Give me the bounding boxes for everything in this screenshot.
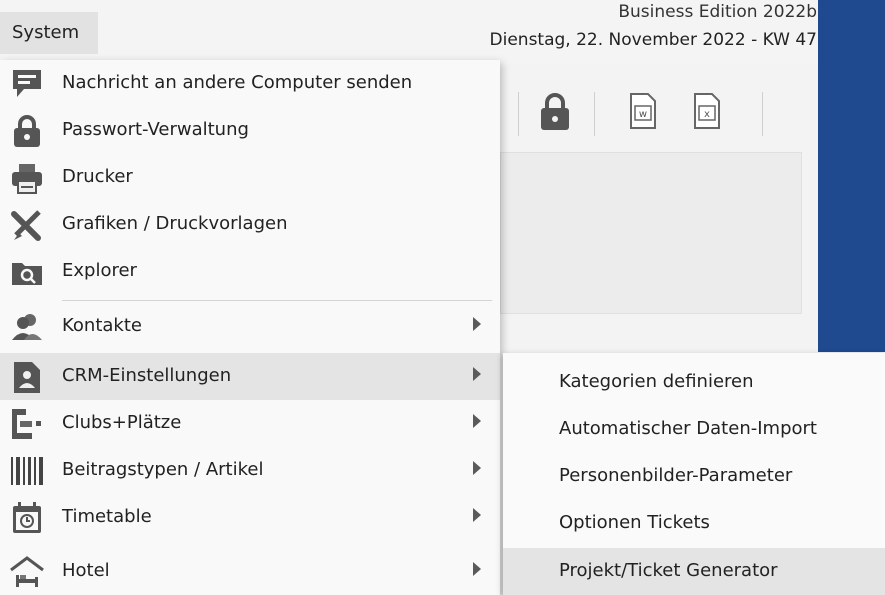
- menu-item-label: Beitragstypen / Artikel: [62, 459, 264, 480]
- toolbar: w x: [500, 84, 818, 144]
- crm-settings-icon: [10, 360, 44, 394]
- menu-item-hotel[interactable]: Hotel: [0, 548, 500, 595]
- submenu-item-person-image-parameters[interactable]: Personenbilder-Parameter: [503, 453, 885, 500]
- edition-label: Business Edition 2022b: [618, 2, 817, 22]
- menu-item-label: Nachricht an andere Computer senden: [62, 72, 413, 93]
- submenu-item-label: Optionen Tickets: [559, 512, 710, 533]
- contacts-icon: [10, 310, 44, 344]
- calendar-clock-icon: [10, 501, 44, 535]
- message-icon: [10, 67, 44, 101]
- hotel-icon: [10, 555, 44, 589]
- svg-text:w: w: [639, 109, 647, 120]
- menu-item-label: Passwort-Verwaltung: [62, 119, 249, 140]
- submenu-arrow-icon: [473, 508, 481, 522]
- menu-item-crm-settings[interactable]: CRM-Einstellungen: [0, 353, 500, 400]
- submenu-item-ticket-options[interactable]: Optionen Tickets: [503, 500, 885, 547]
- excel-document-icon[interactable]: x: [692, 92, 722, 130]
- menu-item-contacts[interactable]: Kontakte: [0, 303, 500, 350]
- menu-item-label: Kontakte: [62, 315, 142, 336]
- menu-item-label: Grafiken / Druckvorlagen: [62, 213, 288, 234]
- content-panel: [500, 152, 802, 314]
- printer-icon: [10, 161, 44, 195]
- submenu-item-label: Kategorien definieren: [559, 371, 754, 392]
- menu-item-label: Hotel: [62, 560, 110, 581]
- barcode-icon: [10, 454, 44, 488]
- submenu-item-label: Projekt/Ticket Generator: [559, 560, 778, 581]
- submenu-item-label: Personenbilder-Parameter: [559, 465, 793, 486]
- submenu-arrow-icon: [473, 562, 481, 576]
- menu-item-fee-types-articles[interactable]: Beitragstypen / Artikel: [0, 447, 500, 494]
- menu-item-explorer[interactable]: Explorer: [0, 248, 500, 295]
- lock-icon: [10, 114, 44, 148]
- menu-item-printer[interactable]: Drucker: [0, 154, 500, 201]
- submenu-item-label: Automatischer Daten-Import: [559, 418, 817, 439]
- submenu-item-project-ticket-generator[interactable]: Projekt/Ticket Generator: [503, 548, 885, 595]
- side-panel: [818, 0, 885, 352]
- toolbar-separator: [762, 92, 763, 136]
- menu-item-send-message[interactable]: Nachricht an andere Computer senden: [0, 60, 500, 107]
- submenu-item-auto-data-import[interactable]: Automatischer Daten-Import: [503, 406, 885, 453]
- toolbar-separator: [518, 92, 519, 136]
- menu-item-timetable[interactable]: Timetable: [0, 494, 500, 541]
- menu-item-label: Timetable: [62, 506, 152, 527]
- word-document-icon[interactable]: w: [628, 92, 658, 130]
- system-menu-tab[interactable]: System: [0, 12, 98, 54]
- menu-item-label: Drucker: [62, 166, 133, 187]
- svg-text:x: x: [704, 109, 710, 120]
- submenu-item-define-categories[interactable]: Kategorien definieren: [503, 359, 885, 406]
- submenu-arrow-icon: [473, 367, 481, 381]
- lock-icon[interactable]: [538, 92, 572, 132]
- submenu-arrow-icon: [473, 461, 481, 475]
- submenu-arrow-icon: [473, 414, 481, 428]
- menu-item-label: CRM-Einstellungen: [62, 365, 232, 386]
- menu-item-graphics-templates[interactable]: Grafiken / Druckvorlagen: [0, 201, 500, 248]
- menu-item-clubs-places[interactable]: Clubs+Plätze: [0, 400, 500, 447]
- tools-icon: [10, 208, 44, 242]
- menu-item-label: Explorer: [62, 260, 137, 281]
- clubs-icon: [10, 407, 44, 441]
- toolbar-separator: [594, 92, 595, 136]
- date-label: Dienstag, 22. November 2022 - KW 47: [489, 30, 817, 50]
- menu-separator: [62, 300, 492, 301]
- menu-item-password-management[interactable]: Passwort-Verwaltung: [0, 107, 500, 154]
- explorer-icon: [10, 255, 44, 289]
- system-menu: Nachricht an andere Computer senden Pass…: [0, 60, 500, 595]
- menu-item-label: Clubs+Plätze: [62, 412, 182, 433]
- system-menu-label: System: [12, 22, 80, 43]
- submenu-arrow-icon: [473, 317, 481, 331]
- crm-settings-submenu: Kategorien definieren Automatischer Date…: [503, 353, 885, 595]
